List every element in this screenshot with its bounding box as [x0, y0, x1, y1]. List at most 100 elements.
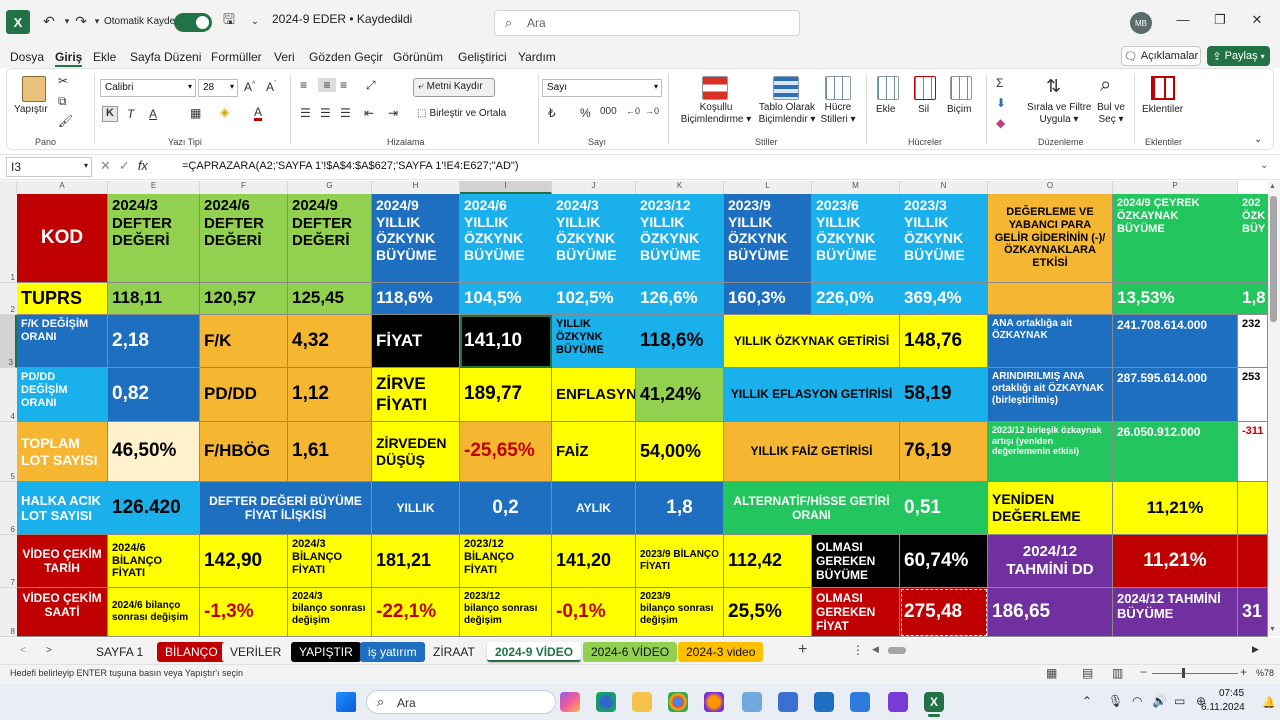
autosave-toggle[interactable]: [174, 13, 212, 32]
paste-label[interactable]: Yapıştır: [14, 104, 48, 116]
sheet-tab[interactable]: iş yatırım: [360, 642, 425, 662]
underline-icon[interactable]: A: [149, 107, 157, 121]
row-header-2[interactable]: 2: [0, 283, 17, 315]
cell-h1[interactable]: 2024/9 YILLIK ÖZKYNK BÜYÜME: [372, 194, 460, 283]
cell-n2[interactable]: 369,4%: [900, 283, 988, 315]
title-dropdown-icon[interactable]: ⌄: [396, 14, 404, 25]
cell-n7[interactable]: 60,74%: [900, 535, 988, 588]
cell-l7[interactable]: 112,42: [724, 535, 812, 588]
cell-g2[interactable]: 125,45: [288, 283, 372, 315]
comma-style-icon[interactable]: 000: [600, 106, 617, 117]
cell-a3[interactable]: F/K DEĞİŞİM ORANI: [17, 315, 108, 368]
vertical-scroll-thumb[interactable]: [1270, 196, 1277, 322]
cell-q3[interactable]: 232: [1238, 315, 1268, 368]
align-right-icon[interactable]: ☰: [340, 106, 351, 120]
cell-j1[interactable]: 2024/3 YILLIK ÖZKYNK BÜYÜME: [552, 194, 636, 283]
tab-yardim[interactable]: Yardım: [518, 50, 556, 64]
clipchamp-icon[interactable]: [888, 692, 908, 712]
clock-time[interactable]: 07:45: [1219, 688, 1244, 699]
cell-l4[interactable]: YILLIK EFLASYON GETİRİSİ: [724, 368, 900, 422]
cell-l2[interactable]: 160,3%: [724, 283, 812, 315]
tray-chevron-icon[interactable]: ⌃: [1082, 694, 1092, 708]
cell-n1[interactable]: 2023/3 YILLIK ÖZKYNK BÜYÜME: [900, 194, 988, 283]
cell-n4[interactable]: 58,19: [900, 368, 988, 422]
cell-k3[interactable]: 118,6%: [636, 315, 724, 368]
font-color-icon[interactable]: A: [254, 106, 263, 121]
taskbar-search[interactable]: ⌕ Ara: [366, 690, 556, 714]
mail-icon[interactable]: [814, 692, 834, 712]
cell-i3[interactable]: 141,10: [460, 315, 552, 368]
cell-o7[interactable]: 2024/12 TAHMİNİ DD: [988, 535, 1113, 588]
start-icon[interactable]: [336, 692, 356, 712]
column-header-i[interactable]: I: [460, 181, 552, 194]
sheet-tab[interactable]: BİLANÇO: [157, 642, 226, 662]
cell-styles-icon[interactable]: [825, 76, 851, 100]
sheet-tab[interactable]: YAPIŞTIR: [291, 642, 361, 662]
scroll-down-icon[interactable]: ▼: [1269, 626, 1276, 633]
chrome-icon[interactable]: [668, 692, 688, 712]
cell-n3[interactable]: 148,76: [900, 315, 988, 368]
cell-o2[interactable]: [988, 283, 1113, 315]
format-painter-icon[interactable]: 🖌: [58, 114, 73, 128]
row-header-7[interactable]: 7: [0, 535, 17, 588]
cell-q8[interactable]: 31: [1238, 588, 1268, 637]
column-header-h[interactable]: H: [372, 181, 460, 194]
column-header-e[interactable]: E: [108, 181, 200, 194]
row-header-4[interactable]: 4: [0, 368, 17, 422]
horizontal-scroll-thumb[interactable]: [888, 647, 906, 654]
cell-k6[interactable]: 1,8: [636, 482, 724, 535]
cell-i1[interactable]: 2024/6 YILLIK ÖZKYNK BÜYÜME: [460, 194, 552, 283]
horizontal-scrollbar[interactable]: [870, 646, 1260, 655]
column-header-k[interactable]: K: [636, 181, 724, 194]
align-top-icon[interactable]: ≡: [300, 78, 307, 92]
add-sheet-icon[interactable]: +: [798, 641, 807, 659]
todo-icon[interactable]: [850, 692, 870, 712]
conditional-formatting-icon[interactable]: [702, 76, 728, 100]
cell-n5[interactable]: 76,19: [900, 422, 988, 482]
align-center-icon[interactable]: ☰: [320, 106, 331, 120]
cell-f5[interactable]: F/HBÖG: [200, 422, 288, 482]
cell-e6[interactable]: 126.420: [108, 482, 200, 535]
fill-icon[interactable]: ⬇: [996, 96, 1006, 110]
sheet-tab[interactable]: SAYFA 1: [88, 642, 152, 662]
battery-icon[interactable]: ▭: [1174, 694, 1185, 708]
find-select-label[interactable]: Bul ve Seç ▾: [1094, 102, 1128, 126]
cell-f2[interactable]: 120,57: [200, 283, 288, 315]
edge-icon[interactable]: [596, 692, 616, 712]
bold-icon[interactable]: K: [102, 106, 118, 122]
cell-h6[interactable]: YILLIK: [372, 482, 460, 535]
borders-icon[interactable]: ▦: [190, 106, 201, 120]
restore-icon[interactable]: ❐: [1210, 12, 1230, 28]
copy-icon[interactable]: ⧉: [58, 94, 67, 109]
snipping-tool-icon[interactable]: [742, 692, 762, 712]
column-header-p[interactable]: P: [1113, 181, 1238, 194]
wifi-icon[interactable]: ◠: [1132, 694, 1142, 708]
sheet-tab[interactable]: 2024-9 VİDEO: [487, 642, 582, 662]
cell-i5[interactable]: -25,65%: [460, 422, 552, 482]
sheet-tab[interactable]: VERİLER: [222, 642, 290, 662]
decrease-decimal-icon[interactable]: →0: [645, 106, 659, 116]
avatar[interactable]: MB: [1130, 12, 1152, 34]
cell-p1[interactable]: 2024/9 ÇEYREK ÖZKAYNAK BÜYÜME: [1113, 194, 1238, 283]
currency-icon[interactable]: ₺: [548, 106, 556, 120]
cell-o5[interactable]: 2023/12 birleşik özkaynak artışı (yenide…: [988, 422, 1113, 482]
cell-i2[interactable]: 104,5%: [460, 283, 552, 315]
column-header-m[interactable]: M: [812, 181, 900, 194]
wrap-text-button[interactable]: ⤶ Metni Kaydır: [413, 78, 495, 97]
volume-icon[interactable]: 🔊: [1152, 694, 1167, 708]
zoom-slider[interactable]: [1152, 673, 1238, 674]
search-box[interactable]: ⌕ Ara: [494, 10, 800, 36]
addins-icon[interactable]: [1151, 76, 1175, 100]
cell-styles-label[interactable]: Hücre Stilleri ▾: [816, 102, 860, 126]
cell-l5[interactable]: YILLIK FAİZ GETİRİSİ: [724, 422, 900, 482]
document-title[interactable]: 2024-9 EDER • Kaydedildi: [272, 12, 412, 26]
cell-k7[interactable]: 2023/9 BİLANÇO FİYATI: [636, 535, 724, 588]
next-sheet-icon[interactable]: >: [46, 645, 52, 656]
cell-k2[interactable]: 126,6%: [636, 283, 724, 315]
align-middle-icon[interactable]: ≡: [318, 78, 336, 92]
cell-h8[interactable]: -22,1%: [372, 588, 460, 637]
column-header-g[interactable]: G: [288, 181, 372, 194]
minimize-icon[interactable]: —: [1173, 12, 1193, 27]
find-select-icon[interactable]: ⌕: [1100, 74, 1111, 97]
page-layout-icon[interactable]: ▤: [1082, 666, 1093, 680]
